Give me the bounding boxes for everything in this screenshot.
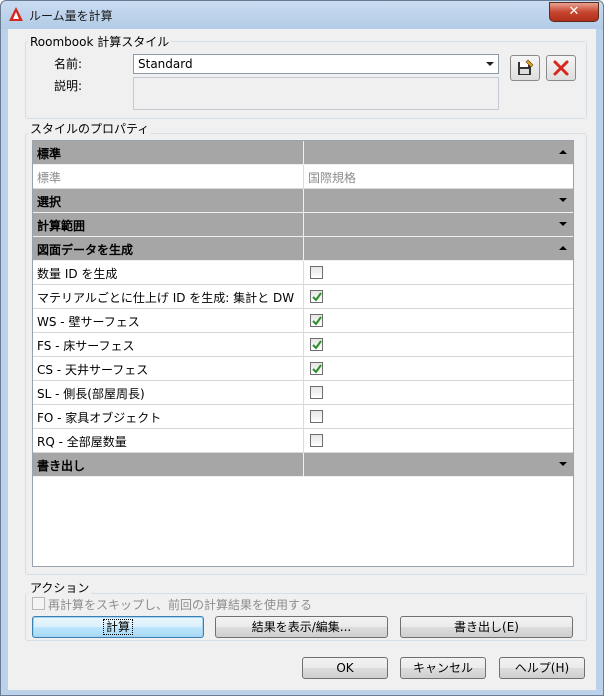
help-button[interactable]: ヘルプ(H)	[499, 657, 585, 679]
column-divider	[303, 453, 304, 477]
cancel-button[interactable]: キャンセル	[400, 657, 486, 679]
furniture-objects-checkbox[interactable]	[310, 410, 323, 423]
collapse-arrow-icon[interactable]	[559, 150, 567, 154]
section-label: 計算範囲	[37, 219, 86, 233]
column-divider	[303, 261, 304, 285]
floor-surface-checkbox[interactable]	[310, 338, 323, 351]
name-label: 名前:	[54, 57, 83, 71]
style-group-title: Roombook 計算スタイル	[28, 33, 172, 50]
column-divider	[303, 405, 304, 429]
checkmark-icon	[312, 292, 322, 302]
property-value: 国際規格	[308, 171, 357, 185]
property-label: FS - 床サーフェス	[37, 339, 135, 353]
property-row-finish-id[interactable]: マテリアルごとに仕上げ ID を生成: 集計と DW	[33, 285, 573, 309]
property-label: 標準	[37, 171, 62, 185]
property-row-fs[interactable]: FS - 床サーフェス	[33, 333, 573, 357]
expand-arrow-icon[interactable]	[559, 462, 567, 466]
style-name-dropdown[interactable]: Standard	[133, 54, 499, 74]
properties-group-title: スタイルのプロパティ	[28, 120, 152, 137]
section-row-standard[interactable]: 標準	[33, 141, 573, 165]
column-divider	[303, 237, 304, 261]
property-row-rq[interactable]: RQ - 全部屋数量	[33, 429, 573, 453]
property-label: 数量 ID を生成	[37, 267, 118, 281]
description-field[interactable]	[133, 77, 499, 110]
delete-red-x-icon	[553, 60, 569, 76]
column-divider	[303, 285, 304, 309]
actions-group-title: アクション	[28, 579, 92, 596]
checkmark-icon	[312, 316, 322, 326]
skip-recalc-checkbox[interactable]	[32, 597, 45, 610]
section-label: 書き出し	[37, 459, 86, 473]
section-row-calc-range[interactable]: 計算範囲	[33, 213, 573, 237]
room-quantity-checkbox[interactable]	[310, 434, 323, 447]
expand-arrow-icon[interactable]	[559, 222, 567, 226]
section-label: 選択	[37, 195, 62, 209]
wall-surface-checkbox[interactable]	[310, 314, 323, 327]
property-row-quantity-id[interactable]: 数量 ID を生成	[33, 261, 573, 285]
section-row-selection[interactable]: 選択	[33, 189, 573, 213]
section-label: 標準	[37, 147, 62, 161]
property-label: CS - 天井サーフェス	[37, 363, 149, 377]
property-label: WS - 壁サーフェス	[37, 315, 140, 329]
cancel-button-label: キャンセル	[412, 661, 473, 675]
property-row-ws[interactable]: WS - 壁サーフェス	[33, 309, 573, 333]
calculate-button[interactable]: 計算	[32, 616, 204, 638]
collapse-arrow-icon[interactable]	[559, 246, 567, 250]
column-divider	[303, 213, 304, 237]
side-length-checkbox[interactable]	[310, 386, 323, 399]
dialog-body: Roombook 計算スタイル 名前: Standard 説明: スタイルのプロ…	[8, 29, 596, 690]
checkmark-icon	[312, 340, 322, 350]
column-divider	[303, 429, 304, 453]
property-row-fo[interactable]: FO - 家具オブジェクト	[33, 405, 573, 429]
property-row-standard[interactable]: 標準 国際規格	[33, 165, 573, 189]
export-button-label: 書き出し(E)	[454, 620, 519, 634]
chevron-down-icon	[486, 62, 494, 66]
column-divider	[303, 309, 304, 333]
finish-id-checkbox[interactable]	[310, 290, 323, 303]
property-label: FO - 家具オブジェクト	[37, 411, 162, 425]
property-grid[interactable]: 標準 標準 国際規格 選択 計算範囲 図面データを生成 数量 ID を生成 マテ…	[32, 140, 574, 567]
style-name-value: Standard	[138, 57, 193, 71]
column-divider	[303, 165, 304, 189]
property-row-cs[interactable]: CS - 天井サーフェス	[33, 357, 573, 381]
property-label: マテリアルごとに仕上げ ID を生成: 集計と DW	[37, 291, 295, 305]
column-divider	[303, 381, 304, 405]
ceiling-surface-checkbox[interactable]	[310, 362, 323, 375]
expand-arrow-icon[interactable]	[559, 198, 567, 202]
skip-recalc-label: 再計算をスキップし、前回の計算結果を使用する	[48, 598, 313, 612]
window-title: ルーム量を計算	[29, 9, 113, 23]
column-divider	[303, 189, 304, 213]
close-button[interactable]: ✕	[549, 2, 599, 22]
calculate-button-label: 計算	[102, 619, 134, 635]
help-button-label: ヘルプ(H)	[514, 661, 570, 675]
column-divider	[303, 141, 304, 165]
checkmark-icon	[312, 364, 322, 374]
show-edit-button-label: 結果を表示/編集...	[251, 620, 352, 634]
section-row-generate-drawing-data[interactable]: 図面データを生成	[33, 237, 573, 261]
section-label: 図面データを生成	[37, 243, 134, 257]
autocad-app-icon	[9, 7, 23, 21]
property-label: SL - 側長(部屋周長)	[37, 387, 145, 401]
save-style-button[interactable]	[510, 55, 540, 81]
description-label: 説明:	[54, 79, 83, 93]
ok-button[interactable]: OK	[302, 657, 388, 679]
title-bar[interactable]: ルーム量を計算 ✕	[1, 1, 603, 29]
quantity-id-checkbox[interactable]	[310, 266, 323, 279]
export-button[interactable]: 書き出し(E)	[400, 616, 573, 638]
column-divider	[303, 357, 304, 381]
property-label: RQ - 全部屋数量	[37, 435, 127, 449]
property-row-sl[interactable]: SL - 側長(部屋周長)	[33, 381, 573, 405]
delete-style-button[interactable]	[546, 55, 576, 81]
column-divider	[303, 333, 304, 357]
dialog-window: ルーム量を計算 ✕ Roombook 計算スタイル 名前: Standard 説…	[0, 0, 604, 696]
ok-button-label: OK	[336, 661, 354, 675]
section-row-export[interactable]: 書き出し	[33, 453, 573, 477]
show-edit-results-button[interactable]: 結果を表示/編集...	[215, 616, 388, 638]
save-style-icon	[518, 59, 534, 75]
